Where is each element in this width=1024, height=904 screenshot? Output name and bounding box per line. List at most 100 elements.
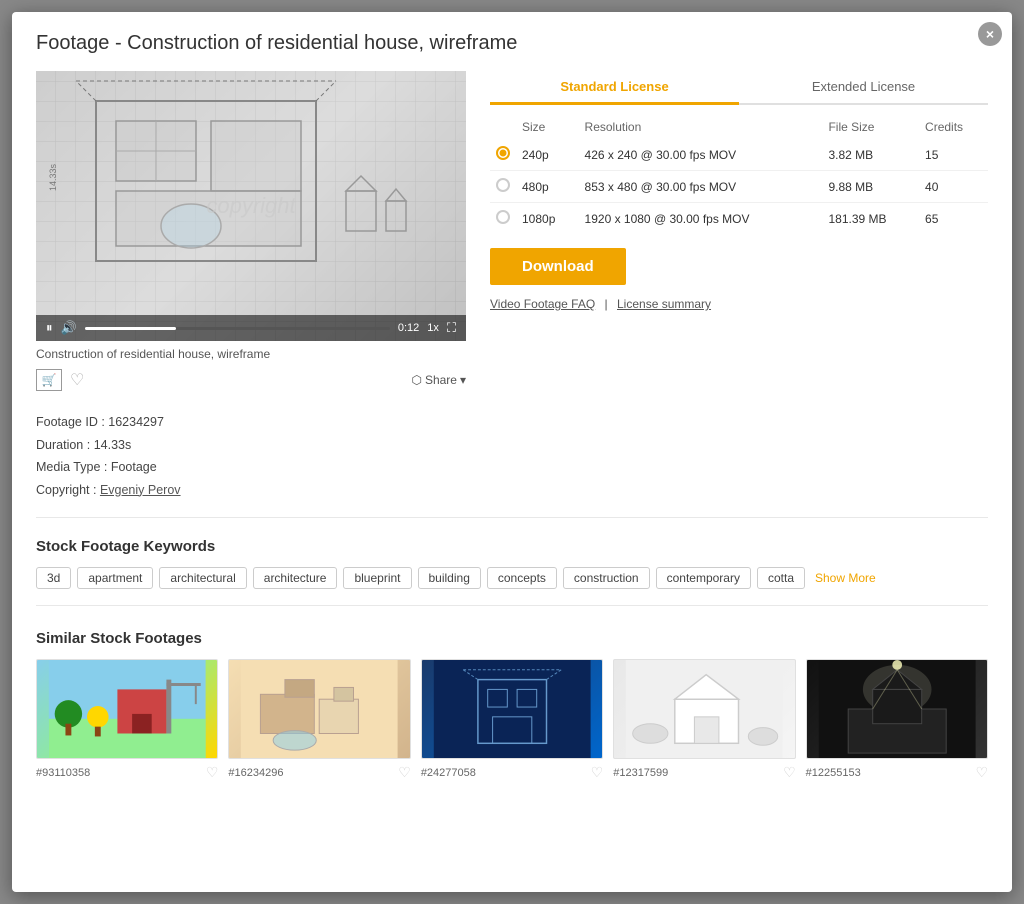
similar-id-5: #12255153 <box>806 767 861 779</box>
similar-thumb-1[interactable] <box>36 659 218 759</box>
similar-id-2: #16234296 <box>228 767 283 779</box>
similar-section: Similar Stock Footages <box>36 630 988 781</box>
similar-heart-4[interactable]: ♡ <box>783 764 796 781</box>
footage-id-label: Footage ID : <box>36 415 105 429</box>
divider-1 <box>36 517 988 518</box>
summary-link[interactable]: License summary <box>617 297 711 311</box>
col-select <box>490 115 516 139</box>
favorite-button[interactable]: ♡ <box>70 370 84 390</box>
radio-240p[interactable] <box>496 146 510 160</box>
keyword-tag[interactable]: apartment <box>77 567 153 589</box>
table-row[interactable]: 240p 426 x 240 @ 30.00 fps MOV 3.82 MB 1… <box>490 139 988 171</box>
video-container[interactable]: 14.33s copyright ⏸ 🔊 <box>36 71 466 341</box>
credits-480p: 40 <box>919 171 988 203</box>
similar-id-3: #24277058 <box>421 767 476 779</box>
credits-1080p: 65 <box>919 203 988 235</box>
similar-grid: #93110358 ♡ <box>36 659 988 781</box>
keyword-tag[interactable]: building <box>418 567 481 589</box>
similar-section-title: Similar Stock Footages <box>36 630 988 647</box>
download-button[interactable]: Download <box>490 248 626 285</box>
keyword-tag[interactable]: cotta <box>757 567 805 589</box>
keyword-tag[interactable]: construction <box>563 567 650 589</box>
copyright-link[interactable]: Evgeniy Perov <box>100 483 181 497</box>
duration-value: 14.33s <box>94 438 132 452</box>
media-type-value: Footage <box>111 460 157 474</box>
license-links: Video Footage FAQ | License summary <box>490 297 988 311</box>
duration-row: Duration : 14.33s <box>36 434 988 457</box>
similar-item: #12317599 ♡ <box>613 659 795 781</box>
media-type-row: Media Type : Footage <box>36 456 988 479</box>
thumb-art-4 <box>614 660 794 758</box>
similar-heart-2[interactable]: ♡ <box>398 764 411 781</box>
similar-thumb-5[interactable] <box>806 659 988 759</box>
similar-item: #12255153 ♡ <box>806 659 988 781</box>
similar-heart-5[interactable]: ♡ <box>975 764 988 781</box>
copyright-label: Copyright : <box>36 483 96 497</box>
keywords-title: Stock Footage Keywords <box>36 538 988 555</box>
filesize-480p: 9.88 MB <box>822 171 919 203</box>
size-1080p: 1080p <box>516 203 579 235</box>
similar-meta-3: #24277058 ♡ <box>421 764 603 781</box>
divider-2 <box>36 605 988 606</box>
video-actions: 🛒 ♡ ⬡ Share ▾ <box>36 369 466 391</box>
credits-240p: 15 <box>919 139 988 171</box>
fullscreen-button[interactable]: ⛶ <box>447 320 456 336</box>
faq-link[interactable]: Video Footage FAQ <box>490 297 595 311</box>
keyword-tag[interactable]: blueprint <box>343 567 411 589</box>
keyword-tag[interactable]: 3d <box>36 567 71 589</box>
similar-id-1: #93110358 <box>36 767 90 779</box>
progress-bar[interactable] <box>85 327 390 330</box>
pause-button[interactable]: ⏸ <box>46 320 53 336</box>
speed-label[interactable]: 1x <box>427 322 439 334</box>
similar-thumb-4[interactable] <box>613 659 795 759</box>
similar-item: #93110358 ♡ <box>36 659 218 781</box>
video-thumbnail: 14.33s copyright <box>36 71 466 341</box>
tab-extended-license[interactable]: Extended License <box>739 71 988 105</box>
radio-480p[interactable] <box>496 178 510 192</box>
share-button[interactable]: ⬡ Share ▾ <box>411 373 466 387</box>
table-row[interactable]: 480p 853 x 480 @ 30.00 fps MOV 9.88 MB 4… <box>490 171 988 203</box>
blueprint-grid <box>36 71 466 341</box>
col-credits: Credits <box>919 115 988 139</box>
modal-title: Footage - Construction of residential ho… <box>36 32 988 55</box>
video-panel: 14.33s copyright ⏸ 🔊 <box>36 71 466 391</box>
resolution-1080p: 1920 x 1080 @ 30.00 fps MOV <box>579 203 823 235</box>
copyright-row: Copyright : Evgeniy Perov <box>36 479 988 502</box>
keywords-container: 3d apartment architectural architecture … <box>36 567 988 589</box>
thumb-art-3 <box>422 660 602 758</box>
similar-item: #16234296 ♡ <box>228 659 410 781</box>
keywords-section: Stock Footage Keywords 3d apartment arch… <box>36 538 988 589</box>
thumb-art-1 <box>37 660 217 758</box>
share-label: Share <box>425 373 457 387</box>
similar-thumb-2[interactable] <box>228 659 410 759</box>
license-table: Size Resolution File Size Credits 240p 4… <box>490 115 988 234</box>
thumb-art-2 <box>229 660 409 758</box>
similar-thumb-3[interactable] <box>421 659 603 759</box>
close-button[interactable]: × <box>978 22 1002 46</box>
resolution-240p: 426 x 240 @ 30.00 fps MOV <box>579 139 823 171</box>
duration-label: Duration : <box>36 438 90 452</box>
similar-heart-3[interactable]: ♡ <box>591 764 604 781</box>
keyword-tag[interactable]: architectural <box>159 567 246 589</box>
cart-icon-btn[interactable]: 🛒 <box>36 369 62 391</box>
license-tabs: Standard License Extended License <box>490 71 988 105</box>
size-480p: 480p <box>516 171 579 203</box>
footage-id-row: Footage ID : 16234297 <box>36 411 988 434</box>
show-more-link[interactable]: Show More <box>815 571 876 585</box>
similar-item: #24277058 ♡ <box>421 659 603 781</box>
similar-meta-4: #12317599 ♡ <box>613 764 795 781</box>
table-row[interactable]: 1080p 1920 x 1080 @ 30.00 fps MOV 181.39… <box>490 203 988 235</box>
video-controls: ⏸ 🔊 0:12 1x ⛶ <box>36 315 466 341</box>
keyword-tag[interactable]: architecture <box>253 567 338 589</box>
license-panel: Standard License Extended License Size R… <box>490 71 988 391</box>
share-icon: ⬡ <box>411 373 421 387</box>
keyword-tag[interactable]: contemporary <box>656 567 751 589</box>
progress-fill <box>85 327 177 330</box>
volume-button[interactable]: 🔊 <box>61 320 77 336</box>
tab-standard-license[interactable]: Standard License <box>490 71 739 105</box>
similar-heart-1[interactable]: ♡ <box>206 764 219 781</box>
col-filesize: File Size <box>822 115 919 139</box>
time-display: 0:12 <box>398 322 419 334</box>
keyword-tag[interactable]: concepts <box>487 567 557 589</box>
radio-1080p[interactable] <box>496 210 510 224</box>
